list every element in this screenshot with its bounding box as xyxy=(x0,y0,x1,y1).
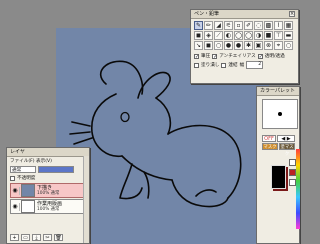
pattern-tool-button[interactable]: ▦ xyxy=(284,21,293,30)
layer-thumbnail xyxy=(21,200,35,213)
off-button[interactable]: OFF xyxy=(262,135,276,142)
marker-tool-button[interactable]: ✐ xyxy=(244,21,253,30)
brush-tool-button[interactable]: ⚟ xyxy=(224,21,233,30)
airbrush-tool-button[interactable]: ◢ xyxy=(214,21,223,30)
opacity-label: 不透明度 xyxy=(17,176,36,181)
pressure-label: 筆圧 xyxy=(201,54,211,59)
new-layer-button[interactable]: + xyxy=(10,234,19,241)
swatch-red[interactable] xyxy=(289,169,296,176)
arrow-tool-button[interactable]: ↘ xyxy=(194,41,203,50)
transparent-label: 透明/透過 xyxy=(264,54,285,59)
cut-button[interactable]: ✂ xyxy=(43,234,52,241)
pen-panel-titlebar[interactable]: ペン・鉛筆 × xyxy=(191,10,298,19)
layer-menu[interactable]: ファイル(F) 表示(V) xyxy=(10,158,52,164)
new-folder-button[interactable]: ▭ xyxy=(21,234,30,241)
text-tool-button[interactable]: ⊤ xyxy=(274,31,283,40)
layer-item-sketch[interactable]: ◉ 下描き 100% 通常 xyxy=(10,183,86,198)
connect-checkbox[interactable] xyxy=(221,62,227,68)
circle-tool-button[interactable]: ◯ xyxy=(244,31,253,40)
layer-text: 作業用版画 100% 通常 xyxy=(37,201,62,212)
layer-mode: 100% 通常 xyxy=(37,191,60,196)
pen-options-row-1: ✓ 筆圧 ✓ アンチエイリアス ✓ 透明/透過 xyxy=(191,52,298,60)
fill-checkbox[interactable] xyxy=(194,62,199,68)
pressure-checkbox[interactable]: ✓ xyxy=(194,53,199,59)
pen-panel-title: ペン・鉛筆 xyxy=(194,11,220,17)
ring-tool-button[interactable]: ○ xyxy=(284,41,293,50)
mask-button[interactable]: マスク xyxy=(262,143,278,150)
palette-nav-button[interactable]: ◀ ▶ xyxy=(277,135,295,142)
main-color-swatch[interactable] xyxy=(271,165,286,189)
cross-tool-button[interactable]: ⊗ xyxy=(264,41,273,50)
merge-down-button[interactable]: ⤓ xyxy=(32,234,41,241)
texture-tool-button[interactable]: ▩ xyxy=(264,21,273,30)
hue-slider[interactable] xyxy=(296,149,300,229)
delete-layer-button[interactable]: 🗑 xyxy=(54,234,63,241)
blend-mode-select[interactable]: 通常 xyxy=(10,166,36,173)
blend-mode-row: 通常 xyxy=(7,165,89,174)
blur-tool-button[interactable]: ◌ xyxy=(254,21,263,30)
lock-checkbox[interactable] xyxy=(10,175,15,181)
bar-tool-button[interactable]: ▬ xyxy=(284,31,293,40)
layer-scrollbar[interactable] xyxy=(83,156,89,243)
square-fill-tool-button[interactable]: ◼ xyxy=(204,41,213,50)
eye-icon[interactable]: ◉ xyxy=(11,186,20,195)
close-icon[interactable]: × xyxy=(289,11,295,17)
dot-large-tool-button[interactable]: ● xyxy=(234,41,243,50)
gradient-tool-button[interactable]: ◈ xyxy=(204,31,213,40)
antialias-label: アンチエイリアス xyxy=(219,54,256,59)
dot-small-tool-button[interactable]: ● xyxy=(224,41,233,50)
pen-options-row-2: 塗り潰し 連結 幅 2 xyxy=(191,60,298,70)
layer-toggle-row: 不透明度 xyxy=(7,174,89,182)
layer-text: 下描き 100% 通常 xyxy=(37,185,59,196)
size-label: 幅 xyxy=(239,63,245,68)
pen-tool-button[interactable]: ✎ xyxy=(194,21,203,30)
curve-tool-button[interactable]: ◐ xyxy=(224,31,233,40)
layer-panel-titlebar[interactable]: レイヤ xyxy=(7,148,89,157)
stamp-tool-button[interactable]: ▣ xyxy=(254,41,263,50)
antialias-checkbox[interactable]: ✓ xyxy=(212,53,217,59)
layer-thumbnail xyxy=(21,184,35,197)
layer-panel-title: レイヤ xyxy=(10,149,25,155)
transparent-checkbox[interactable]: ✓ xyxy=(257,53,263,59)
circle-outline-tool-button[interactable]: ○ xyxy=(214,41,223,50)
smudge-tool-button[interactable]: ⌇ xyxy=(274,21,283,30)
tool-grid: ✎ ✏ ◢ ⚟ ▫ ✐ ◌ ▩ ⌇ ▦ ◼ ◈ ⟋ ◐ ◯ ◯ ◑ ■ ⊤ ▬ … xyxy=(191,19,298,52)
swatch-white[interactable] xyxy=(289,159,296,166)
color-panel-titlebar[interactable]: カラーパレット xyxy=(257,87,299,96)
size-input[interactable]: 2 xyxy=(246,61,264,69)
target-tool-button[interactable]: ⌖ xyxy=(274,41,283,50)
swatch-white-2[interactable] xyxy=(289,179,296,186)
brush-dot-icon xyxy=(278,112,282,116)
star-tool-button[interactable]: ✱ xyxy=(244,41,253,50)
line-tool-button[interactable]: ⟋ xyxy=(214,31,223,40)
eye-icon[interactable]: ◉ xyxy=(11,202,20,211)
brush-preview xyxy=(262,99,298,129)
rect-tool-button[interactable]: ■ xyxy=(264,31,273,40)
layer-menu-bar: ファイル(F) 表示(V) xyxy=(7,157,89,165)
ellipse-tool-button[interactable]: ◯ xyxy=(234,31,243,40)
pencil-tool-button[interactable]: ✏ xyxy=(204,21,213,30)
connect-label: 連結 xyxy=(228,63,238,68)
opacity-slider[interactable] xyxy=(38,166,74,173)
fill-label: 塗り潰し xyxy=(201,63,220,68)
eraser-tool-button[interactable]: ▫ xyxy=(234,21,243,30)
layer-footer-toolbar: + ▭ ⤓ ✂ 🗑 xyxy=(10,234,86,241)
fill-mask-button[interactable]: 塗マスク xyxy=(279,143,295,157)
shade-tool-button[interactable]: ◑ xyxy=(254,31,263,40)
pen-tool-panel: ペン・鉛筆 × ✎ ✏ ◢ ⚟ ▫ ✐ ◌ ▩ ⌇ ▦ ◼ ◈ ⟋ ◐ ◯ ◯ … xyxy=(190,9,299,84)
layer-panel: レイヤ ファイル(F) 表示(V) 通常 不透明度 ◉ 下描き 100% 通常 … xyxy=(6,147,90,244)
layer-mode: 100% 通常 xyxy=(37,207,60,212)
layer-item-work[interactable]: ◉ 作業用版画 100% 通常 xyxy=(10,199,86,214)
color-palette-panel: カラーパレット OFF ◀ ▶ マスク 塗マスク xyxy=(256,86,300,244)
fill-tool-button[interactable]: ◼ xyxy=(194,31,203,40)
color-panel-title: カラーパレット xyxy=(260,88,295,94)
